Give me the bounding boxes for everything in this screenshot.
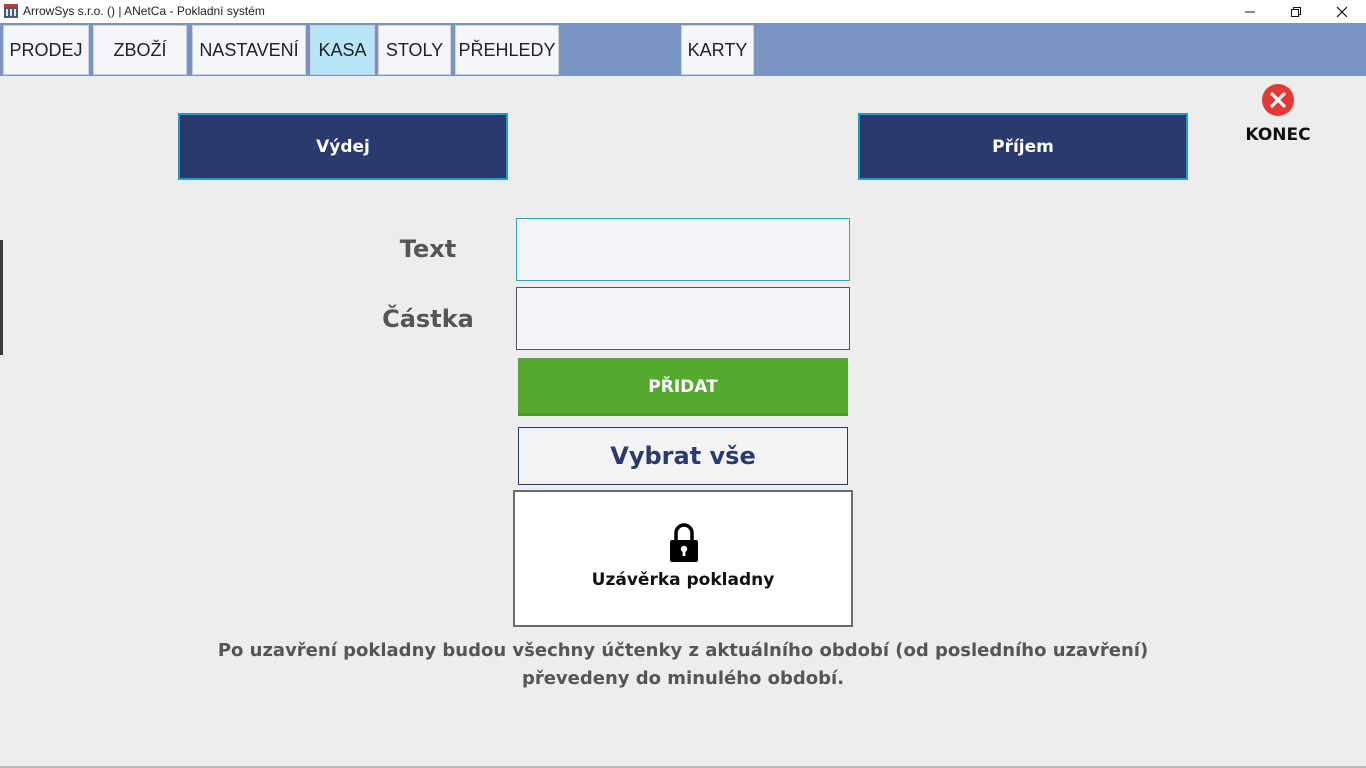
restore-button[interactable] — [1273, 0, 1319, 23]
castka-label: Částka — [382, 305, 474, 333]
close-circle-icon[interactable] — [1261, 83, 1295, 117]
lock-icon — [670, 523, 698, 562]
minimize-button[interactable] — [1227, 0, 1273, 23]
app-icon — [4, 4, 18, 18]
uzaverka-button[interactable]: Uzávěrka pokladny — [513, 490, 853, 627]
pridat-button[interactable]: PŘIDAT — [518, 358, 848, 416]
main-tabbar: PRODEJ ZBOŽÍ NASTAVENÍ KASA STOLY PŘEHLE… — [0, 23, 1366, 76]
window-titlebar: ArrowSys s.r.o. () | ANetCa - Pokladní s… — [0, 0, 1366, 23]
tab-karty[interactable]: KARTY — [681, 25, 754, 75]
closing-note: Po uzavření pokladny budou všechny účten… — [217, 640, 1149, 689]
konec-label[interactable]: KONEC — [1238, 125, 1318, 145]
uzaverka-label: Uzávěrka pokladny — [591, 570, 775, 590]
castka-field[interactable] — [516, 287, 850, 350]
tab-prodej[interactable]: PRODEJ — [3, 25, 89, 75]
close-window-button[interactable] — [1319, 0, 1365, 23]
tab-nastaveni[interactable]: NASTAVENÍ — [192, 25, 306, 75]
close-icon — [1336, 6, 1348, 17]
text-label: Text — [399, 235, 457, 263]
tab-stoly[interactable]: STOLY — [378, 25, 451, 75]
restore-icon — [1291, 6, 1301, 17]
window-edge — [0, 240, 3, 355]
prijem-button[interactable]: Příjem — [858, 113, 1188, 180]
vydej-button[interactable]: Výdej — [178, 113, 508, 180]
tab-prehledy[interactable]: PŘEHLEDY — [455, 25, 559, 75]
vybrat-vse-button[interactable]: Vybrat vše — [518, 427, 848, 485]
text-field[interactable] — [516, 218, 850, 281]
window-title: ArrowSys s.r.o. () | ANetCa - Pokladní s… — [23, 4, 265, 18]
minimize-icon — [1245, 11, 1255, 12]
tab-zbozi[interactable]: ZBOŽÍ — [93, 25, 187, 75]
tab-kasa[interactable]: KASA — [310, 25, 375, 75]
